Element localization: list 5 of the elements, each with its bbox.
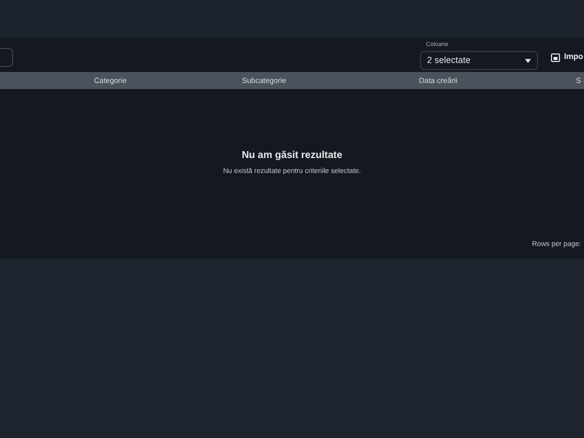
columns-select[interactable]: 2 selectate [420,51,538,70]
calendar-icon [551,52,560,62]
caret-icon [525,58,531,62]
empty-title: Nu am găsit rezultate [242,149,342,163]
import-button[interactable]: Impo [551,51,584,63]
